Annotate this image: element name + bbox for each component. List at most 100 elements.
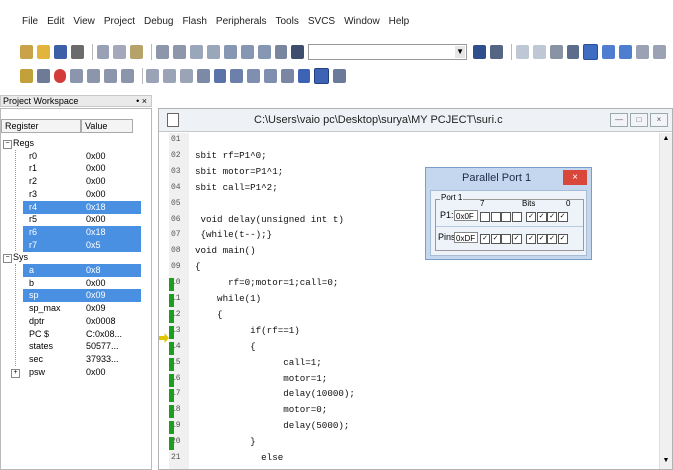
new-file-icon[interactable] — [20, 45, 33, 59]
menu-item-help[interactable]: Help — [389, 16, 410, 30]
port-bit-checkbox[interactable] — [490, 212, 501, 222]
code-line[interactable]: motor=0; — [195, 404, 327, 415]
command-window-icon[interactable] — [163, 69, 177, 83]
unindent-icon[interactable] — [206, 45, 220, 59]
print-icon[interactable] — [566, 45, 580, 59]
port-bit-checkbox[interactable]: ✓ — [536, 212, 547, 222]
pin-bit-checkbox[interactable] — [501, 234, 511, 244]
register-row[interactable]: sp_max 0x09 — [1, 302, 141, 315]
find-in-files-icon[interactable] — [473, 45, 486, 59]
register-row[interactable]: psw 0x00 — [1, 366, 141, 379]
symbols-icon[interactable] — [196, 69, 210, 83]
register-row[interactable]: sp 0x09 — [23, 289, 141, 303]
binoculars-icon[interactable] — [489, 45, 503, 59]
stop-icon[interactable] — [53, 69, 67, 83]
show-next-statement-icon[interactable] — [146, 69, 160, 83]
run-to-cursor-icon[interactable] — [120, 69, 134, 83]
memory-icon[interactable] — [264, 69, 277, 83]
parallel-port-title-bar[interactable]: Parallel Port 1 × — [426, 168, 591, 188]
scroll-up-icon[interactable]: ▲ — [661, 135, 671, 145]
port-bit-checkbox[interactable] — [501, 212, 511, 222]
code-line[interactable]: while(1) — [195, 293, 261, 304]
code-line[interactable]: { — [195, 341, 256, 352]
step-into-icon[interactable] — [70, 69, 84, 83]
register-row[interactable]: r2 0x00 — [1, 175, 141, 188]
minimize-icon[interactable]: — — [610, 113, 628, 127]
nav-forward-icon[interactable] — [532, 45, 546, 59]
configure-icon[interactable] — [619, 45, 633, 59]
cut-icon[interactable] — [96, 45, 110, 59]
serial-window-icon[interactable] — [280, 69, 294, 83]
code-line[interactable]: if(rf==1) — [195, 325, 300, 336]
menu-item-view[interactable]: View — [73, 16, 95, 30]
port-value-field[interactable]: 0x0F — [454, 210, 478, 221]
register-row[interactable]: dptr 0x0008 — [1, 315, 141, 328]
register-row[interactable]: r1 0x00 — [1, 162, 141, 175]
undo-icon[interactable] — [156, 45, 170, 59]
pin-bit-checkbox[interactable]: ✓ — [480, 234, 490, 244]
code-line[interactable]: rf=0;motor=1;call=0; — [195, 277, 338, 288]
find-combo[interactable]: ▼ — [308, 44, 468, 60]
maximize-icon[interactable]: □ — [630, 113, 648, 127]
code-line[interactable]: { — [195, 309, 223, 320]
register-row[interactable]: Sys — [1, 251, 141, 264]
menu-item-edit[interactable]: Edit — [47, 16, 64, 30]
pin-bit-checkbox[interactable]: ✓ — [526, 234, 536, 244]
code-line[interactable]: delay(5000); — [195, 420, 349, 431]
trace-icon[interactable] — [314, 68, 330, 84]
parallel-port-window[interactable]: Parallel Port 1 × Port 1 7 Bits 0 P1: 0x… — [425, 167, 592, 260]
menu-item-window[interactable]: Window — [344, 16, 380, 30]
port-bit-checkbox[interactable] — [511, 212, 522, 222]
register-row[interactable]: r3 0x00 — [1, 188, 141, 201]
port-bit-checkbox[interactable]: ✓ — [547, 212, 557, 222]
code-line[interactable]: {while(t--);} — [195, 229, 273, 240]
source-browser-icon[interactable] — [549, 45, 563, 59]
register-row[interactable]: r5 0x00 — [1, 213, 141, 226]
bookmark-prev-icon[interactable] — [240, 45, 254, 59]
pin-bit-checkbox[interactable]: ✓ — [547, 234, 557, 244]
port-bit-checkbox[interactable] — [480, 212, 490, 222]
watch-icon[interactable] — [247, 69, 261, 83]
register-row[interactable]: PC $ C:0x08... — [1, 328, 141, 341]
paste-icon[interactable] — [130, 45, 144, 59]
register-row[interactable]: r0 0x00 — [1, 150, 141, 163]
register-row[interactable]: r6 0x18 — [23, 225, 141, 239]
register-row[interactable]: b 0x00 — [1, 277, 141, 290]
pins-value-field[interactable]: 0xDF — [454, 232, 478, 243]
collapse-icon[interactable]: − — [3, 140, 12, 149]
analysis-icon[interactable] — [297, 69, 311, 83]
code-line[interactable]: sbit rf=P1^0; — [195, 150, 267, 161]
registers-icon[interactable] — [213, 69, 227, 83]
indent-icon[interactable] — [190, 45, 203, 59]
code-line[interactable]: } — [195, 436, 256, 447]
nav-back-icon[interactable] — [515, 45, 529, 59]
extra-tool-icon[interactable] — [653, 45, 666, 59]
redo-icon[interactable] — [173, 45, 186, 59]
scroll-down-icon[interactable]: ▼ — [661, 457, 671, 467]
code-line[interactable]: { — [195, 261, 201, 272]
port-bit-checkbox[interactable]: ✓ — [526, 212, 536, 222]
code-line[interactable]: motor=1; — [195, 373, 327, 384]
copy-icon[interactable] — [113, 45, 127, 59]
save-all-icon[interactable] — [70, 45, 84, 59]
code-line[interactable]: sbit motor=P1^1; — [195, 166, 283, 177]
code-line[interactable]: call=1; — [195, 357, 322, 368]
pin-bit-checkbox[interactable]: ✓ — [511, 234, 522, 244]
code-line[interactable]: void delay(unsigned int t) — [195, 214, 344, 225]
column-header-value[interactable]: Value — [81, 119, 133, 133]
bookmark-icon[interactable] — [223, 45, 237, 59]
register-row[interactable]: r7 0x5 — [23, 238, 141, 252]
register-row[interactable]: a 0x8 — [23, 264, 141, 277]
register-row[interactable]: r4 0x18 — [23, 200, 141, 214]
code-line[interactable]: sbit call=P1^2; — [195, 182, 278, 193]
pin-bit-checkbox[interactable]: ✓ — [536, 234, 547, 244]
save-icon[interactable] — [53, 45, 67, 59]
column-header-register[interactable]: Register — [1, 119, 81, 133]
code-line[interactable]: else — [195, 452, 283, 463]
pin-bit-checkbox[interactable]: ✓ — [490, 234, 501, 244]
menu-item-tools[interactable]: Tools — [276, 16, 299, 30]
call-stack-icon[interactable] — [230, 69, 244, 83]
close-icon[interactable]: × — [563, 170, 587, 185]
menu-item-flash[interactable]: Flash — [182, 16, 206, 30]
code-line[interactable]: void main() — [195, 245, 256, 256]
